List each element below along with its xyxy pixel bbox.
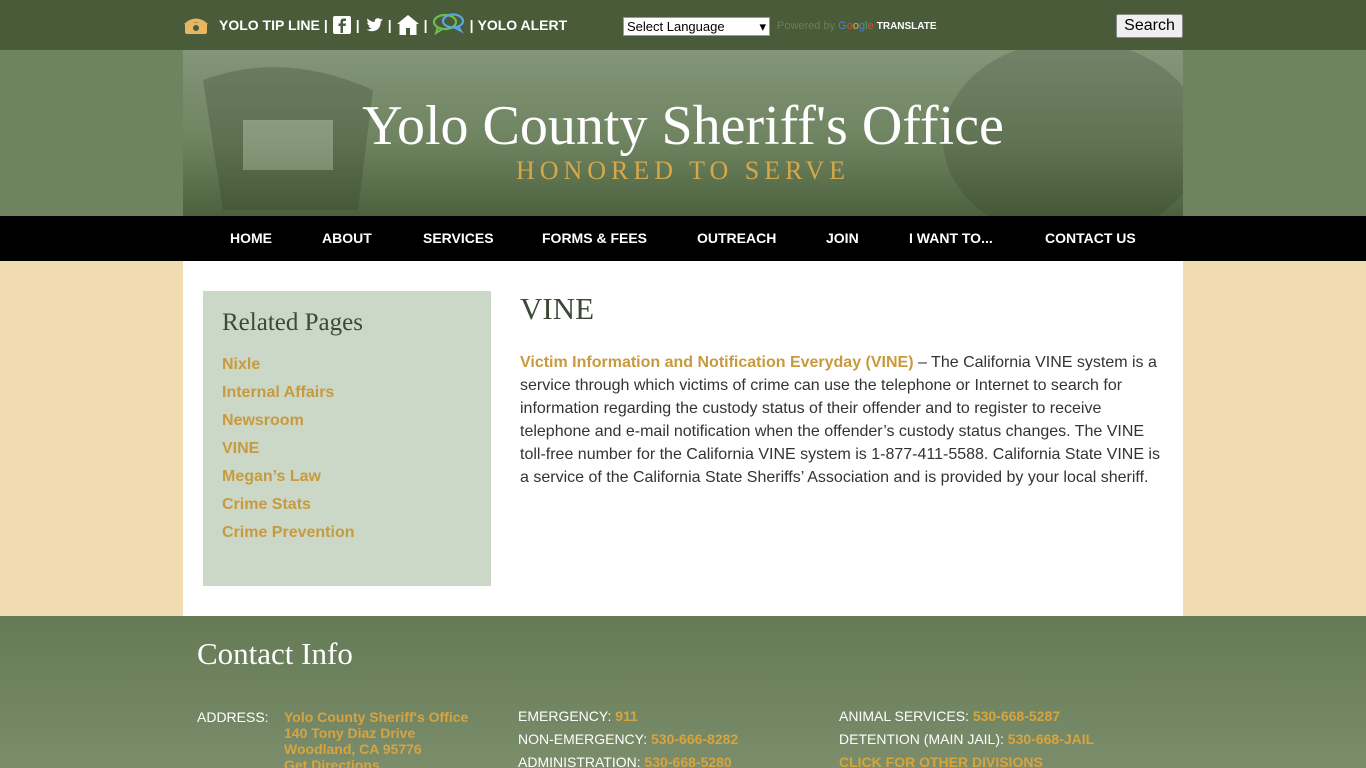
facebook-icon[interactable] bbox=[332, 15, 352, 35]
top-bar: YOLO TIP LINE | | | | | YOLO ALERT Selec… bbox=[0, 0, 1366, 50]
related-pages-sidebar: Related Pages Nixle Internal Affairs New… bbox=[203, 291, 491, 586]
address-line[interactable]: Woodland, CA 95776 bbox=[284, 741, 468, 757]
nav-i-want-to[interactable]: I WANT TO... bbox=[909, 216, 993, 261]
google-translate-credit: Powered by Google TRANSLATE bbox=[777, 20, 937, 32]
main-content-area: Related Pages Nixle Internal Affairs New… bbox=[183, 261, 1183, 616]
contact-label: NON-EMERGENCY: bbox=[518, 731, 648, 747]
contact-phone-link[interactable]: 530-668-5287 bbox=[973, 708, 1060, 724]
tip-line-group: YOLO TIP LINE | | | | | YOLO ALERT bbox=[183, 6, 567, 44]
nav-join[interactable]: JOIN bbox=[826, 216, 859, 261]
contact-label: DETENTION (MAIN JAIL): bbox=[839, 731, 1004, 747]
contact-label: EMERGENCY: bbox=[518, 708, 612, 724]
sidebar-item-vine[interactable]: VINE bbox=[222, 440, 354, 468]
nav-about[interactable]: ABOUT bbox=[322, 216, 372, 261]
footer-phone-column-1: EMERGENCY: 911 NON-EMERGENCY: 530-666-82… bbox=[518, 708, 738, 768]
nav-services[interactable]: SERVICES bbox=[423, 216, 494, 261]
language-select-value: Select Language bbox=[627, 19, 725, 34]
article-paragraph: Victim Information and Notification Ever… bbox=[520, 351, 1165, 489]
other-divisions-link[interactable]: CLICK FOR OTHER DIVISIONS bbox=[839, 754, 1043, 768]
related-pages-list: Nixle Internal Affairs Newsroom VINE Meg… bbox=[222, 356, 354, 552]
contact-phone-link[interactable]: 530-668-JAIL bbox=[1008, 731, 1094, 747]
nav-forms-fees[interactable]: FORMS & FEES bbox=[542, 216, 647, 261]
page-title: VINE bbox=[520, 291, 595, 326]
footer-phone-column-2: ANIMAL SERVICES: 530-668-5287 DETENTION … bbox=[839, 708, 1094, 768]
contact-phone-link[interactable]: 911 bbox=[615, 708, 638, 724]
separator: | bbox=[355, 17, 360, 33]
address-block: Yolo County Sheriff's Office 140 Tony Di… bbox=[284, 709, 468, 768]
main-nav: HOME ABOUT SERVICES FORMS & FEES OUTREAC… bbox=[0, 216, 1366, 261]
site-tagline: HONORED TO SERVE bbox=[515, 156, 851, 185]
nav-outreach[interactable]: OUTREACH bbox=[697, 216, 776, 261]
address-line[interactable]: Yolo County Sheriff's Office bbox=[284, 709, 468, 725]
address-line[interactable]: 140 Tony Diaz Drive bbox=[284, 725, 468, 741]
nav-home[interactable]: HOME bbox=[230, 216, 272, 261]
header-banner: Yolo County Sheriff's Office HONORED TO … bbox=[183, 50, 1183, 216]
separator: | bbox=[423, 17, 428, 33]
article: VINE Victim Information and Notification… bbox=[520, 291, 1165, 489]
tip-line-link[interactable]: YOLO TIP LINE bbox=[219, 17, 320, 33]
separator: | bbox=[469, 17, 474, 33]
contact-row: EMERGENCY: 911 bbox=[518, 708, 738, 731]
twitter-icon[interactable] bbox=[364, 15, 384, 35]
home-icon[interactable] bbox=[396, 13, 420, 37]
site-header: Yolo County Sheriff's Office HONORED TO … bbox=[0, 50, 1366, 216]
contact-label: ADMINISTRATION: bbox=[518, 754, 641, 768]
site-title[interactable]: Yolo County Sheriff's Office bbox=[183, 94, 1183, 158]
contact-row: ANIMAL SERVICES: 530-668-5287 bbox=[839, 708, 1094, 731]
chat-icon[interactable] bbox=[432, 13, 466, 37]
contact-phone-link[interactable]: 530-666-8282 bbox=[651, 731, 738, 747]
translate-link[interactable]: TRANSLATE bbox=[877, 21, 937, 32]
sidebar-heading: Related Pages bbox=[222, 309, 363, 336]
powered-by-text: Powered by bbox=[777, 20, 836, 32]
contact-row: NON-EMERGENCY: 530-666-8282 bbox=[518, 731, 738, 754]
contact-phone-link[interactable]: 530-668-5280 bbox=[645, 754, 732, 768]
phone-icon[interactable] bbox=[183, 15, 209, 35]
sidebar-item-crime-stats[interactable]: Crime Stats bbox=[222, 496, 354, 524]
address-label: ADDRESS: bbox=[197, 709, 269, 725]
sidebar-item-newsroom[interactable]: Newsroom bbox=[222, 412, 354, 440]
contact-row: ADMINISTRATION: 530-668-5280 bbox=[518, 754, 738, 768]
sidebar-item-crime-prevention[interactable]: Crime Prevention bbox=[222, 524, 354, 552]
contact-row: DETENTION (MAIN JAIL): 530-668-JAIL bbox=[839, 731, 1094, 754]
separator: | bbox=[323, 17, 328, 33]
chevron-down-icon: ▾ bbox=[759, 18, 766, 34]
yolo-alert-link[interactable]: YOLO ALERT bbox=[477, 17, 567, 33]
contact-label: ANIMAL SERVICES: bbox=[839, 708, 969, 724]
google-logo[interactable]: Google bbox=[838, 20, 874, 32]
contact-row: CLICK FOR OTHER DIVISIONS bbox=[839, 754, 1094, 768]
get-directions-link[interactable]: Get Directions bbox=[284, 757, 468, 768]
nav-contact-us[interactable]: CONTACT US bbox=[1045, 216, 1136, 261]
footer: Contact Info ADDRESS: Yolo County Sherif… bbox=[0, 616, 1366, 768]
separator: | bbox=[387, 17, 392, 33]
article-body: – The California VINE system is a servic… bbox=[520, 354, 1160, 486]
footer-heading: Contact Info bbox=[197, 636, 353, 671]
sidebar-item-nixle[interactable]: Nixle bbox=[222, 356, 354, 384]
vine-link[interactable]: Victim Information and Notification Ever… bbox=[520, 354, 914, 371]
search-button[interactable]: Search bbox=[1116, 14, 1183, 38]
sidebar-item-internal-affairs[interactable]: Internal Affairs bbox=[222, 384, 354, 412]
language-select[interactable]: Select Language ▾ bbox=[623, 17, 770, 36]
sidebar-item-megans-law[interactable]: Megan’s Law bbox=[222, 468, 354, 496]
